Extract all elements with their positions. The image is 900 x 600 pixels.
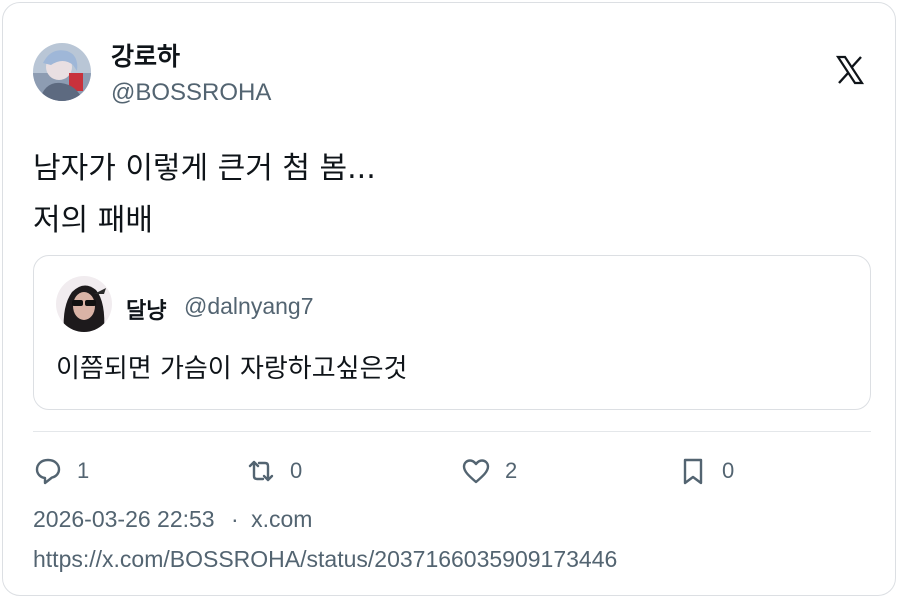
retweet-button[interactable]: 0 [246,455,302,487]
tweet-url[interactable]: https://x.com/BOSSROHA/status/2037166035… [33,546,617,573]
heart-icon [461,456,491,486]
author-avatar[interactable] [33,43,91,101]
quoted-author-avatar[interactable] [56,276,112,332]
quoted-handle[interactable]: @dalnyang7 [184,293,314,320]
author-display-name[interactable]: 강로하 [111,37,180,73]
retweet-icon [246,456,276,486]
quoted-display-name[interactable]: 달냥 [126,293,166,325]
reply-count: 1 [77,458,90,483]
bookmark-count: 0 [722,458,735,483]
tweet-text-line: 저의 패배 [33,203,153,238]
x-logo-icon[interactable] [835,55,865,85]
tweet-text: 남자가 이렇게 큰거 첨 봄... 저의 패배 [33,143,376,247]
quoted-tweet[interactable]: 달냥 @dalnyang7 이쯤되면 가슴이 자랑하고싶은것 [33,255,871,410]
bookmark-button[interactable]: 0 [678,455,734,487]
divider [33,431,871,432]
tweet-text-line: 남자가 이렇게 큰거 첨 봄... [33,151,376,186]
meta-separator: · [231,506,239,532]
source-link[interactable]: x.com [251,506,312,532]
bookmark-icon [678,456,708,486]
tweet-meta: 2026-03-26 22:53 · x.com [33,506,312,533]
author-handle[interactable]: @BOSSROHA [111,79,271,107]
reply-button[interactable]: 1 [33,455,89,487]
like-button[interactable]: 2 [461,455,517,487]
retweet-count: 0 [290,458,303,483]
quoted-text: 이쯤되면 가슴이 자랑하고싶은것 [56,354,408,384]
reply-icon [33,456,63,486]
timestamp[interactable]: 2026-03-26 22:53 [33,506,215,532]
like-count: 2 [505,458,518,483]
tweet-card: 강로하 @BOSSROHA 남자가 이렇게 큰거 첨 봄... 저의 패배 달냥… [2,2,896,596]
